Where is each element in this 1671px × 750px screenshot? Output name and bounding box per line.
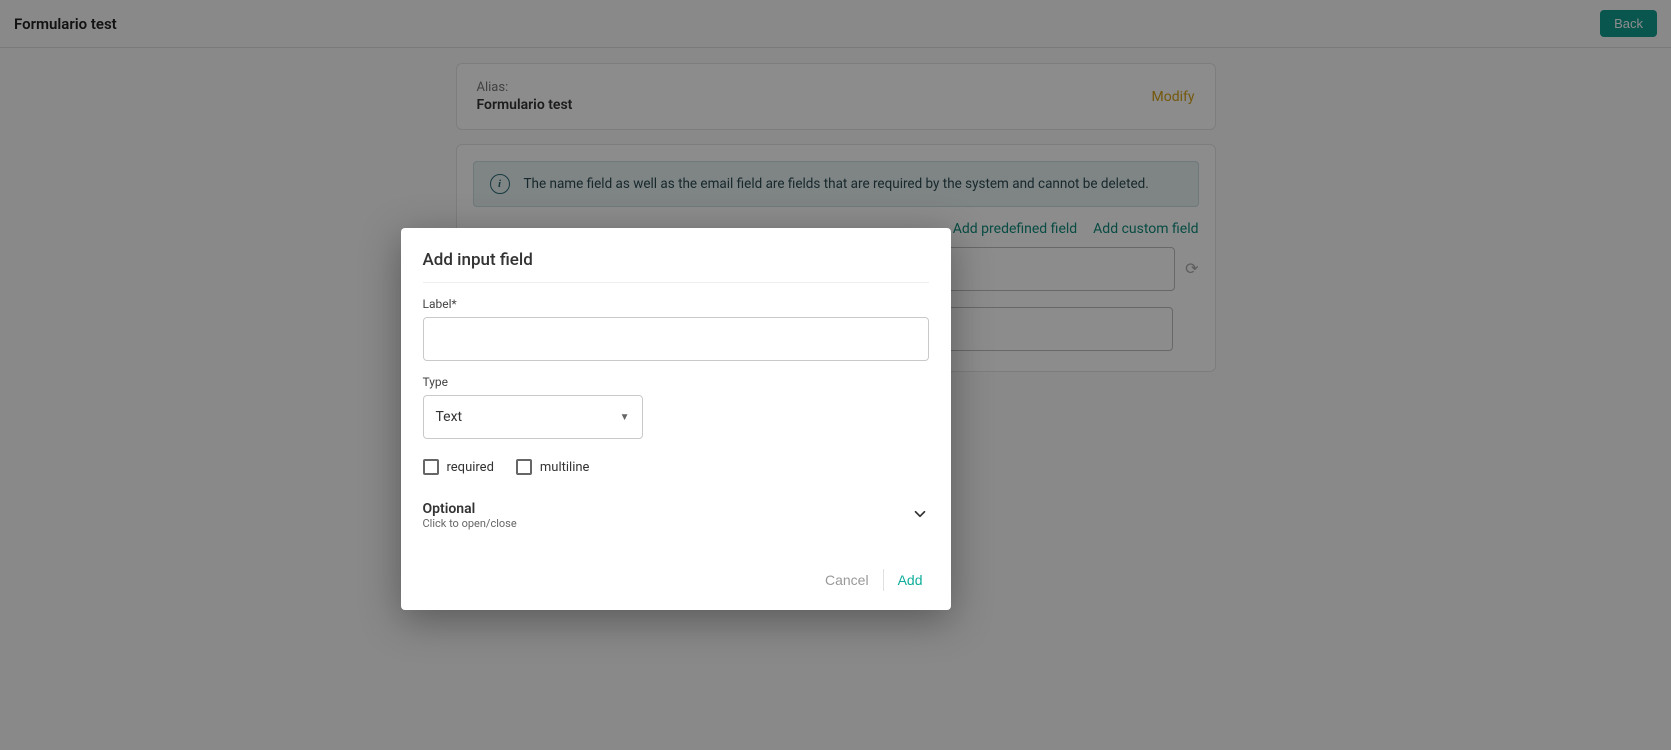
optional-text-block: Optional Click to open/close: [423, 501, 517, 530]
type-field-label: Type: [423, 375, 929, 389]
chevron-down-icon: [911, 505, 929, 527]
type-select-value: Text: [436, 409, 463, 425]
modal-title: Add input field: [423, 250, 929, 283]
optional-title: Optional: [423, 501, 517, 517]
required-label: required: [447, 460, 494, 475]
type-select[interactable]: Text ▼: [423, 395, 643, 439]
type-select-wrap: Text ▼: [423, 395, 643, 439]
label-field-label: Label*: [423, 297, 929, 311]
caret-down-icon: ▼: [620, 412, 630, 423]
optional-section-toggle[interactable]: Optional Click to open/close: [423, 501, 929, 530]
add-input-field-modal: Add input field Label* Type Text ▼ requi…: [401, 228, 951, 610]
optional-subtitle: Click to open/close: [423, 517, 517, 530]
required-checkbox[interactable]: [423, 459, 439, 475]
modal-overlay[interactable]: Add input field Label* Type Text ▼ requi…: [0, 0, 1671, 750]
multiline-label: multiline: [540, 460, 590, 475]
checkbox-row: required multiline: [423, 459, 929, 475]
multiline-checkbox-item[interactable]: multiline: [516, 459, 590, 475]
required-checkbox-item[interactable]: required: [423, 459, 494, 475]
label-input[interactable]: [423, 317, 929, 361]
add-button[interactable]: Add: [884, 566, 929, 594]
modal-actions: Cancel Add: [423, 566, 929, 594]
cancel-button[interactable]: Cancel: [811, 566, 883, 594]
multiline-checkbox[interactable]: [516, 459, 532, 475]
